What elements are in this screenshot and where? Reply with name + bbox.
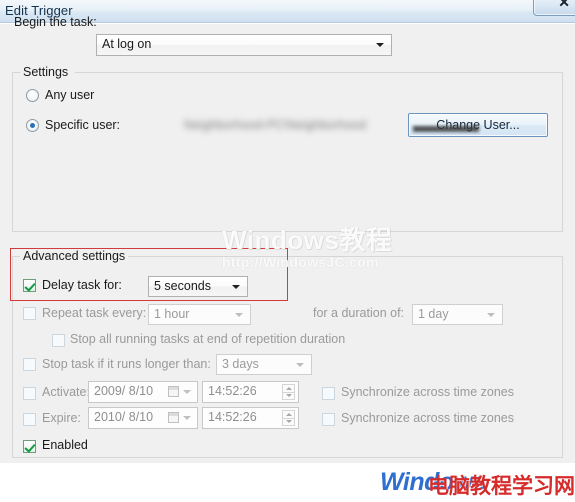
expire-date-value: 2010/ 8/10 (94, 410, 154, 424)
activate-time-value: 14:52:26 (208, 384, 257, 398)
chevron-down-icon (487, 312, 495, 317)
begin-task-value: At log on (102, 37, 152, 51)
enabled-label[interactable]: Enabled (42, 438, 88, 452)
duration-value: 1 day (418, 307, 449, 321)
expire-time-value: 14:52:26 (208, 410, 257, 424)
activate-date-field[interactable]: 2009/ 8/10 (88, 381, 198, 403)
activate-label[interactable]: Activate: (42, 385, 90, 399)
begin-task-combobox[interactable]: At log on (96, 34, 392, 56)
radio-specific-user[interactable] (26, 119, 39, 132)
chevron-down-icon (296, 362, 304, 367)
bottom-strip (0, 463, 575, 502)
spinner-divider (283, 392, 294, 393)
checkbox-activate[interactable] (23, 387, 36, 400)
any-user-label[interactable]: Any user (45, 88, 94, 102)
duration-label: for a duration of: (313, 306, 405, 320)
stop-task-if-longer-label[interactable]: Stop task if it runs longer than: (42, 357, 211, 371)
advanced-groupbox-border-right (124, 256, 563, 257)
spinner-up-icon[interactable] (285, 413, 292, 416)
stop-all-running-tasks-label[interactable]: Stop all running tasks at end of repetit… (70, 332, 345, 346)
chevron-down-icon (183, 390, 191, 394)
spinner-divider (283, 418, 294, 419)
checkbox-stop-all-running-tasks[interactable] (52, 334, 65, 347)
settings-groupbox-border-left (12, 72, 20, 73)
calendar-icon (168, 386, 179, 397)
checkbox-expire[interactable] (23, 413, 36, 426)
expire-date-field[interactable]: 2010/ 8/10 (88, 407, 198, 429)
chevron-down-icon (235, 312, 243, 317)
delay-task-combobox[interactable]: 5 seconds (148, 276, 248, 297)
repeat-task-value: 1 hour (154, 307, 190, 321)
checkbox-enabled[interactable] (23, 440, 36, 453)
checkbox-stop-task-if-longer[interactable] (23, 358, 36, 371)
chevron-down-icon (232, 284, 240, 289)
advanced-settings-legend: Advanced settings (20, 249, 129, 263)
activate-time-field[interactable]: 14:52:26 (202, 381, 299, 403)
delay-task-value: 5 seconds (154, 279, 211, 293)
specific-user-value: Neighborhood-PC\Neighborhood (184, 118, 367, 132)
repeat-task-combobox[interactable]: 1 hour (148, 304, 251, 325)
stop-task-duration-combobox[interactable]: 3 days (216, 354, 312, 375)
redaction-smudge (413, 126, 479, 132)
stop-task-duration-value: 3 days (222, 357, 259, 371)
checkbox-delay-task[interactable] (23, 279, 36, 292)
checkbox-sync-timezones-expire[interactable] (322, 413, 335, 426)
delay-task-label[interactable]: Delay task for: (42, 278, 122, 292)
advanced-groupbox-border-left (12, 256, 20, 257)
edit-trigger-dialog: Edit Trigger ✕ Begin the task: At log on… (0, 0, 575, 502)
sync-timezones-expire-label[interactable]: Synchronize across time zones (341, 411, 514, 425)
change-user-button[interactable]: Change User... (408, 113, 548, 137)
calendar-icon (168, 412, 179, 423)
expire-time-spinner[interactable] (282, 410, 295, 426)
checkbox-repeat-task[interactable] (23, 307, 36, 320)
expire-label[interactable]: Expire: (42, 411, 81, 425)
settings-groupbox (12, 72, 563, 232)
activate-date-value: 2009/ 8/10 (94, 384, 154, 398)
specific-user-label[interactable]: Specific user: (45, 118, 120, 132)
checkbox-sync-timezones-activate[interactable] (322, 387, 335, 400)
settings-legend: Settings (20, 65, 72, 79)
close-icon: ✕ (558, 0, 570, 10)
duration-combobox[interactable]: 1 day (412, 304, 503, 325)
chevron-down-icon (376, 43, 384, 47)
spinner-up-icon[interactable] (285, 387, 292, 390)
expire-time-field[interactable]: 14:52:26 (202, 407, 299, 429)
spinner-down-icon[interactable] (285, 420, 292, 423)
radio-any-user[interactable] (26, 89, 39, 102)
spinner-down-icon[interactable] (285, 394, 292, 397)
activate-time-spinner[interactable] (282, 384, 295, 400)
settings-groupbox-border-right (75, 72, 563, 73)
chevron-down-icon (183, 416, 191, 420)
close-button[interactable]: ✕ (533, 0, 575, 16)
sync-timezones-activate-label[interactable]: Synchronize across time zones (341, 385, 514, 399)
repeat-task-label[interactable]: Repeat task every: (42, 306, 146, 320)
begin-task-label: Begin the task: (14, 15, 97, 29)
